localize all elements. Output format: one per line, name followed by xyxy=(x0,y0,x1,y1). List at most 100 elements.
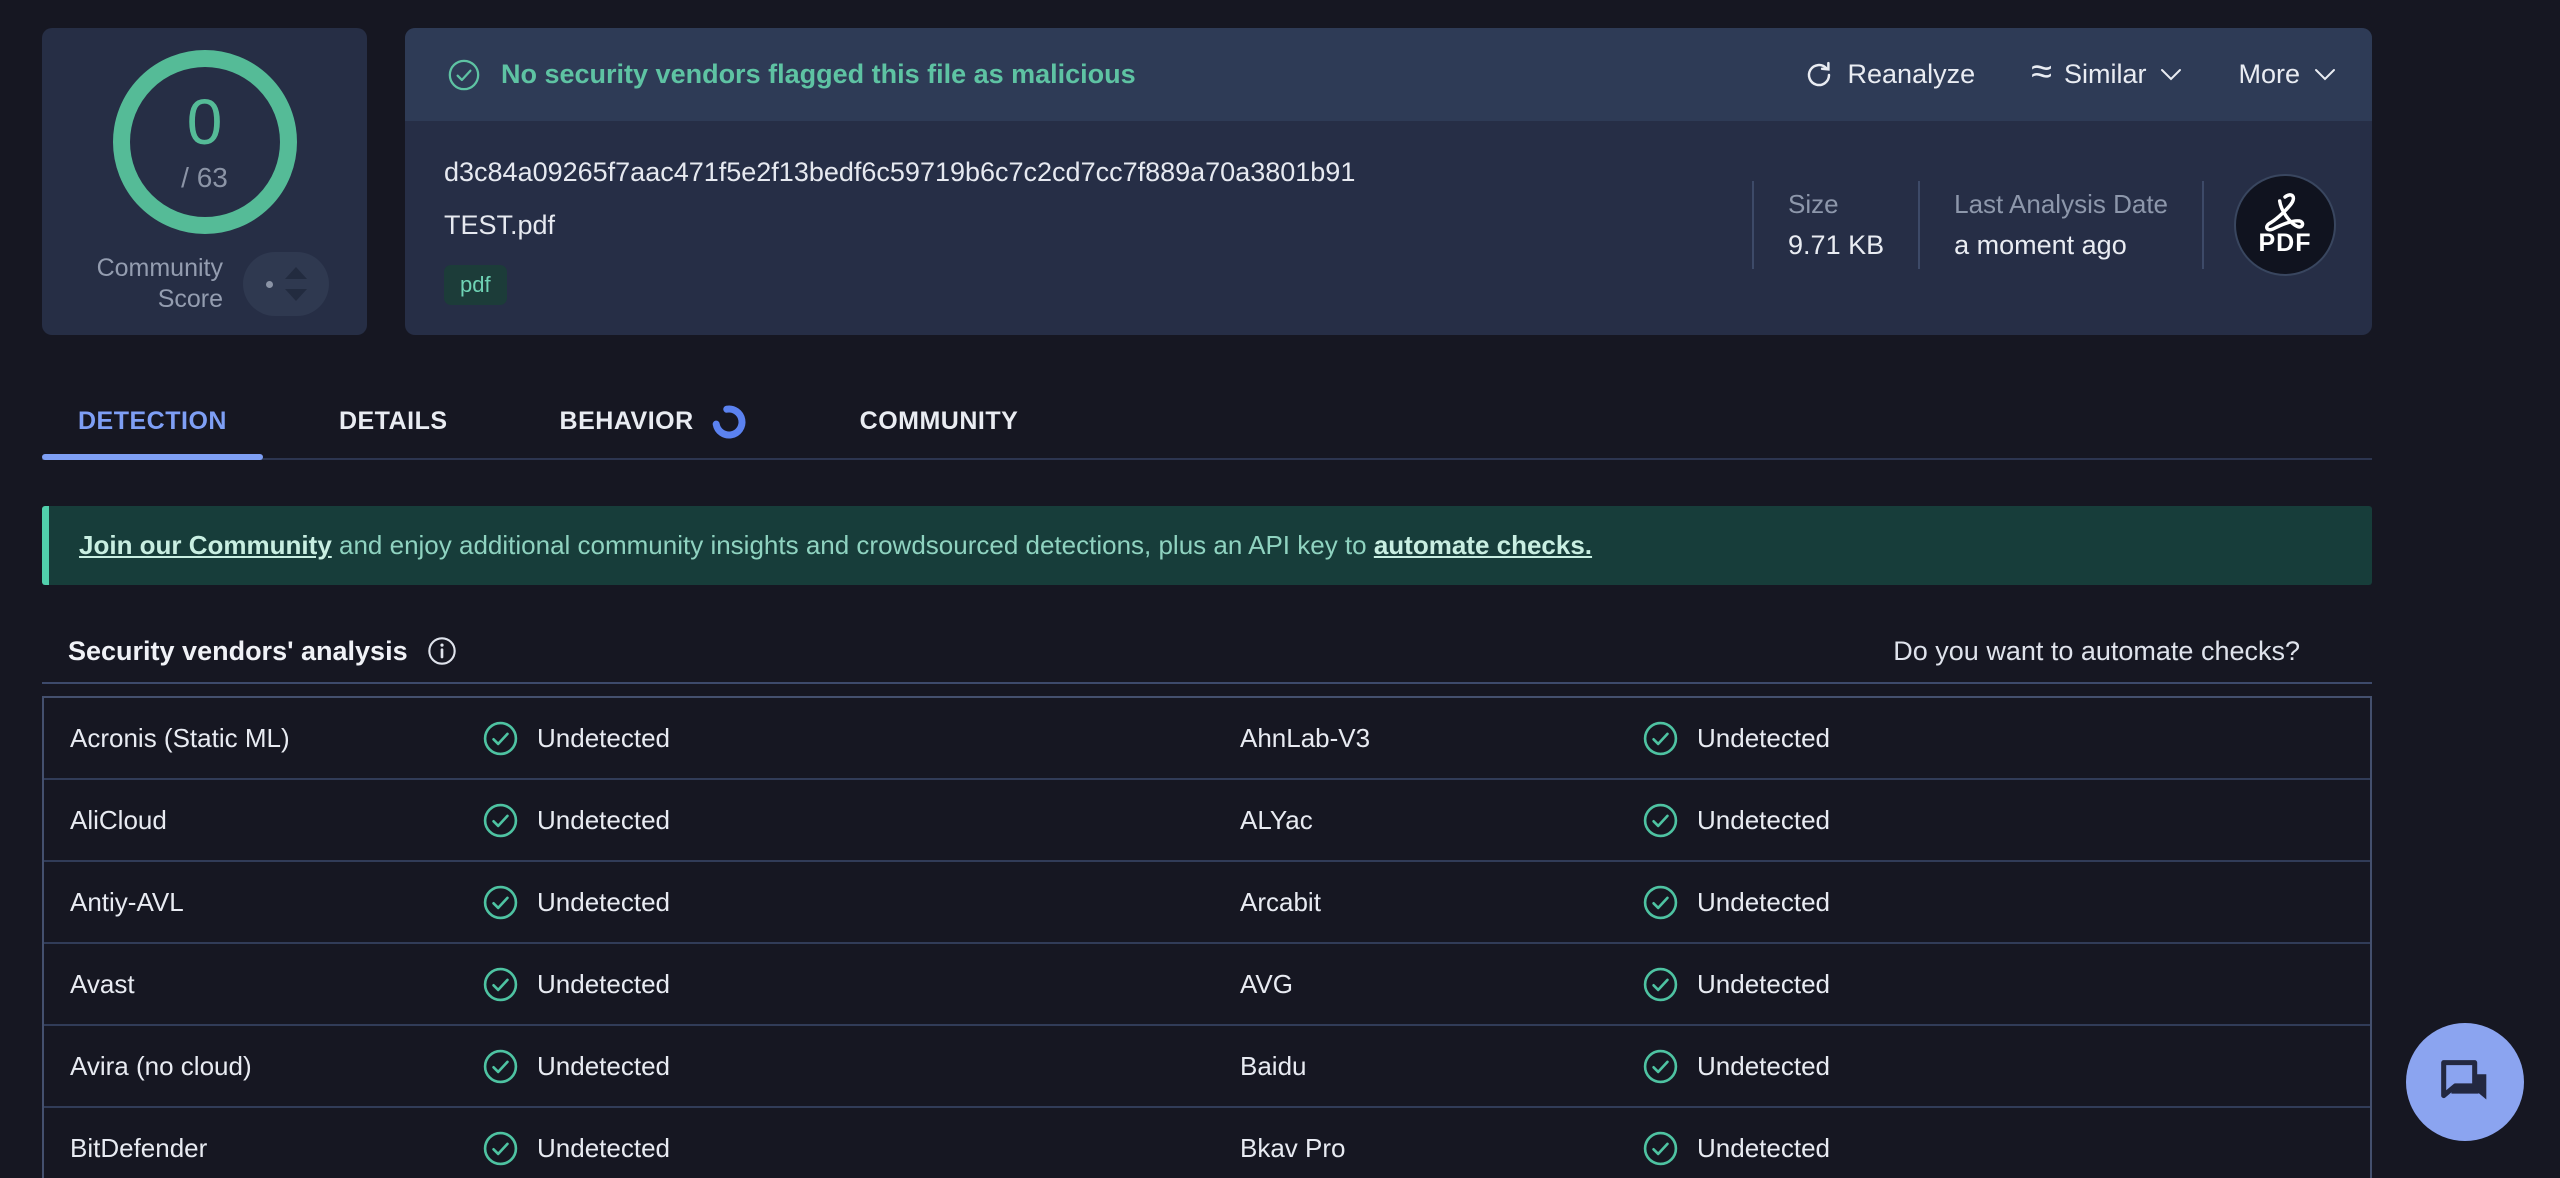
tab-details[interactable]: DETAILS xyxy=(303,385,484,458)
vendor-name: Avira (no cloud) xyxy=(44,1051,474,1082)
vendor-name: ALYac xyxy=(1214,805,1634,836)
detection-score-donut: 0 / 63 xyxy=(113,50,297,234)
acrobat-glyph-icon xyxy=(2262,193,2308,233)
vendor-name: AhnLab-V3 xyxy=(1214,723,1634,754)
verdict-banner: No security vendors flagged this file as… xyxy=(405,28,2372,121)
community-banner-text: and enjoy additional community insights … xyxy=(332,530,1374,560)
chat-support-button[interactable] xyxy=(2406,1023,2524,1141)
reanalyze-icon xyxy=(1804,60,1834,90)
vendor-status: Undetected xyxy=(1634,720,2370,757)
status-text: Undetected xyxy=(1697,1051,1830,1082)
more-button[interactable]: More xyxy=(2238,59,2336,90)
tab-community-label: COMMUNITY xyxy=(860,407,1019,436)
vendor-name: Bkav Pro xyxy=(1214,1133,1634,1164)
chat-bubbles-icon xyxy=(2434,1051,2496,1113)
divider xyxy=(2202,181,2204,269)
chevron-down-icon xyxy=(2160,68,2182,81)
vendor-name: Avast xyxy=(44,969,474,1000)
undetected-check-icon xyxy=(482,884,519,921)
vendor-name: AliCloud xyxy=(44,805,474,836)
undetected-check-icon xyxy=(1642,720,1679,757)
status-text: Undetected xyxy=(1697,887,1830,918)
status-text: Undetected xyxy=(537,723,670,754)
table-row: Antiy-AVL Undetected Arcabit Undetected xyxy=(44,862,2370,944)
table-row: AliCloud Undetected ALYac Undetected xyxy=(44,780,2370,862)
tab-details-label: DETAILS xyxy=(339,407,448,436)
vendors-section-title: Security vendors' analysis xyxy=(68,636,408,667)
vendor-status: Undetected xyxy=(474,1130,1214,1167)
undetected-check-icon xyxy=(1642,1048,1679,1085)
undetected-check-icon xyxy=(1642,884,1679,921)
verdict-message: No security vendors flagged this file as… xyxy=(501,59,1136,90)
status-text: Undetected xyxy=(1697,969,1830,1000)
behavior-loading-spinner-icon xyxy=(710,403,748,441)
tab-behavior[interactable]: BEHAVIOR xyxy=(524,385,784,458)
community-vote-stepper[interactable] xyxy=(243,252,329,316)
vendor-name: Acronis (Static ML) xyxy=(44,723,474,754)
vendors-table: Acronis (Static ML) Undetected AhnLab-V3… xyxy=(42,696,2372,1178)
vendor-name: BitDefender xyxy=(44,1133,474,1164)
reanalyze-button[interactable]: Reanalyze xyxy=(1804,59,1976,90)
last-analysis-label: Last Analysis Date xyxy=(1954,189,2168,220)
status-text: Undetected xyxy=(537,1051,670,1082)
tab-community[interactable]: COMMUNITY xyxy=(824,385,1055,458)
automate-checks-link[interactable]: automate checks. xyxy=(1374,530,1592,560)
table-row: BitDefender Undetected Bkav Pro Undetect… xyxy=(44,1108,2370,1178)
vendor-name: Baidu xyxy=(1214,1051,1634,1082)
vendor-name: Arcabit xyxy=(1214,887,1634,918)
info-icon[interactable] xyxy=(426,635,458,667)
undetected-check-icon xyxy=(482,802,519,839)
vendor-status: Undetected xyxy=(474,884,1214,921)
file-sha256: d3c84a09265f7aac471f5e2f13bedf6c59719b6c… xyxy=(444,157,1355,188)
undetected-check-icon xyxy=(1642,966,1679,1003)
status-text: Undetected xyxy=(537,805,670,836)
engines-total: / 63 xyxy=(181,162,228,194)
status-text: Undetected xyxy=(537,887,670,918)
last-analysis-value: a moment ago xyxy=(1954,230,2168,261)
table-row: Acronis (Static ML) Undetected AhnLab-V3… xyxy=(44,698,2370,780)
table-row: Avira (no cloud) Undetected Baidu Undete… xyxy=(44,1026,2370,1108)
score-card: 0 / 63 Community Score xyxy=(42,28,367,335)
file-name: TEST.pdf xyxy=(444,210,1355,241)
size-label: Size xyxy=(1788,189,1884,220)
tab-detection[interactable]: DETECTION xyxy=(42,385,263,458)
check-circle-icon xyxy=(447,58,481,92)
tab-detection-label: DETECTION xyxy=(78,407,227,436)
vendor-name: Antiy-AVL xyxy=(44,887,474,918)
chevron-down-icon xyxy=(2314,68,2336,81)
undetected-check-icon xyxy=(482,1048,519,1085)
vote-down-icon[interactable] xyxy=(285,289,307,301)
status-text: Undetected xyxy=(1697,723,1830,754)
vendor-status: Undetected xyxy=(474,966,1214,1003)
vote-dot-icon xyxy=(266,281,273,288)
vendors-section-head: Security vendors' analysis Do you want t… xyxy=(42,620,2372,684)
vendor-status: Undetected xyxy=(474,720,1214,757)
vendor-status: Undetected xyxy=(1634,1130,2370,1167)
table-row: Avast Undetected AVG Undetected xyxy=(44,944,2370,1026)
vendor-status: Undetected xyxy=(1634,1048,2370,1085)
vendor-status: Undetected xyxy=(1634,884,2370,921)
vote-up-icon[interactable] xyxy=(285,267,307,279)
status-text: Undetected xyxy=(1697,805,1830,836)
join-community-link[interactable]: Join our Community xyxy=(79,530,332,560)
detections-count: 0 xyxy=(187,90,223,154)
file-tag-pdf[interactable]: pdf xyxy=(444,265,507,305)
more-label: More xyxy=(2238,59,2300,90)
tab-behavior-label: BEHAVIOR xyxy=(560,407,694,436)
status-text: Undetected xyxy=(537,969,670,1000)
vendor-status: Undetected xyxy=(1634,802,2370,839)
undetected-check-icon xyxy=(482,966,519,1003)
pdf-file-icon: PDF xyxy=(2234,174,2336,276)
similar-button[interactable]: ≈ Similar xyxy=(2031,59,2182,90)
vendor-name: AVG xyxy=(1214,969,1634,1000)
filetype-badge-text: PDF xyxy=(2259,229,2312,258)
community-score-label: Community Score xyxy=(80,253,223,316)
file-report-header: No security vendors flagged this file as… xyxy=(405,28,2372,335)
report-tabs: DETECTION DETAILS BEHAVIOR COMMUNITY xyxy=(42,385,2372,460)
vendor-status: Undetected xyxy=(1634,966,2370,1003)
undetected-check-icon xyxy=(1642,1130,1679,1167)
similar-label: Similar xyxy=(2064,59,2147,90)
status-text: Undetected xyxy=(537,1133,670,1164)
undetected-check-icon xyxy=(482,720,519,757)
vendor-status: Undetected xyxy=(474,1048,1214,1085)
